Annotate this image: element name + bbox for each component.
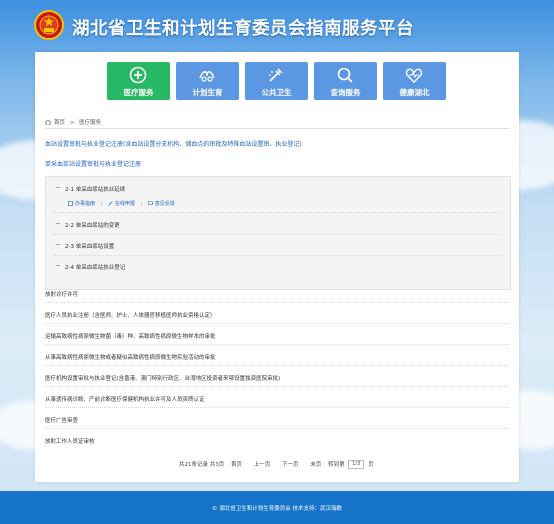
list-item[interactable]: 运输高致病性病原微生物菌（毒）种、高致病性病原微生物样本的审批 [45, 332, 216, 340]
list-item[interactable]: 放射工作人员证审核 [45, 437, 95, 445]
content-panel: 医疗服务 计划生育 公共卫生 查询服务 健康湖北 首页 > 医疗服务 血站设置审… [35, 52, 519, 482]
breadcrumb: 首页 > 医疗服务 [45, 118, 101, 126]
last-page-button[interactable]: 末页 [310, 462, 321, 468]
pager-summary: 共21条记录 共3页 [179, 462, 225, 468]
divider [45, 128, 509, 129]
site-title: 湖北省卫生和计划生育委员会指南服务平台 [72, 19, 414, 39]
breadcrumb-home-link[interactable]: 首页 [54, 120, 65, 126]
main-nav: 医疗服务 计划生育 公共卫生 查询服务 健康湖北 [107, 62, 447, 100]
nav-family-planning[interactable]: 计划生育 [176, 62, 239, 100]
prev-page-button[interactable]: 上一页 [254, 462, 271, 468]
edit-icon [108, 201, 113, 206]
sub-item[interactable]: 2-2 单采血浆站的变更 [56, 221, 120, 229]
list-item[interactable]: 放射诊疗许可 [45, 290, 78, 298]
goto-suffix: 页 [368, 462, 374, 468]
plus-circle-icon [129, 66, 147, 84]
sub-item-panel: 2-1 单采血浆站执业延续 办事指南 | 在线申报 | 意见反馈 2-2 单采血… [45, 176, 511, 290]
divider [45, 407, 509, 408]
list-item[interactable]: 从事高致病性病原微生物或者疑似高致病性病原微生物实验活动的审批 [45, 353, 216, 361]
site-footer: © 湖北省卫生和计划生育委员会 技术支持：武汉瑞数 [0, 491, 554, 524]
first-page-button[interactable]: 首页 [231, 462, 242, 468]
action-row: 办事指南 | 在线申报 | 意见反馈 [68, 200, 175, 207]
feedback-link[interactable]: 意见反馈 [155, 201, 175, 207]
divider [45, 428, 509, 429]
sub-item[interactable]: 2-1 单采血浆站执业延续 [55, 185, 125, 193]
section-heading[interactable]: 血站设置审批与执业登记注册(含血站设置分支机构、储血点的审批及特殊血站设置审、执… [45, 139, 302, 148]
divider [45, 323, 509, 324]
home-icon [45, 120, 51, 125]
guide-link[interactable]: 办事指南 [75, 201, 95, 207]
divider [54, 212, 502, 213]
nav-label: 健康湖北 [399, 88, 430, 97]
document-icon [68, 201, 73, 206]
nav-label: 医疗服务 [123, 88, 154, 97]
divider [45, 365, 509, 366]
list-item[interactable]: 医疗广告审查 [45, 416, 78, 424]
feedback-icon [147, 201, 153, 205]
national-emblem-logo [34, 10, 64, 40]
nav-label: 查询服务 [330, 88, 361, 97]
family-planning-icon [199, 71, 215, 82]
nav-medical-service[interactable]: 医疗服务 [107, 62, 170, 100]
nav-label: 公共卫生 [261, 88, 292, 97]
search-icon [337, 67, 353, 83]
nav-query-service[interactable]: 查询服务 [314, 62, 377, 100]
pagination: 共21条记录 共3页 首页 上一页 下一页 末页 转到第 1/3 页 [179, 460, 374, 469]
public-health-icon [269, 68, 283, 82]
nav-healthy-hubei[interactable]: 健康湖北 [383, 62, 446, 100]
site-header: 湖北省卫生和计划生育委员会指南服务平台 [0, 0, 554, 52]
action-separator: | [140, 201, 143, 207]
breadcrumb-separator: > [69, 120, 75, 126]
divider [45, 344, 509, 345]
divider [54, 255, 502, 256]
action-separator: | [100, 201, 103, 207]
goto-label: 转到第 [328, 462, 345, 468]
page-number-input[interactable]: 1/3 [348, 460, 365, 469]
divider [45, 302, 509, 303]
divider [54, 234, 502, 235]
breadcrumb-current: 医疗服务 [79, 120, 102, 126]
heart-pulse-icon [405, 68, 423, 83]
nav-public-health[interactable]: 公共卫生 [245, 62, 308, 100]
list-item[interactable]: 医疗人员执业注册（含医师、护士、人体器官移植医师执业资格认定） [45, 311, 216, 319]
divider [45, 386, 509, 387]
sub-item[interactable]: 2-4 单采血浆站执业登记 [55, 263, 125, 271]
list-item[interactable]: 医疗机构设置审批与执业登记(含香港、澳门特别行政区、台湾地区投资者来鄂设置独资医… [45, 374, 280, 382]
online-apply-link[interactable]: 在线申报 [115, 201, 135, 207]
next-page-button[interactable]: 下一页 [282, 462, 299, 468]
list-item[interactable]: 从事遗传病诊断、产前诊断医疗保健机构执业许可及人员资质认证 [45, 395, 205, 403]
nav-label: 计划生育 [192, 88, 223, 97]
footer-copyright: © 湖北省卫生和计划生育委员会 技术支持：武汉瑞数 [212, 506, 342, 512]
sub-item[interactable]: 2-3 单采血浆站设置 [55, 242, 114, 250]
subsection-heading[interactable]: 单采血浆站设置审批与执业登记注册 [45, 159, 141, 168]
